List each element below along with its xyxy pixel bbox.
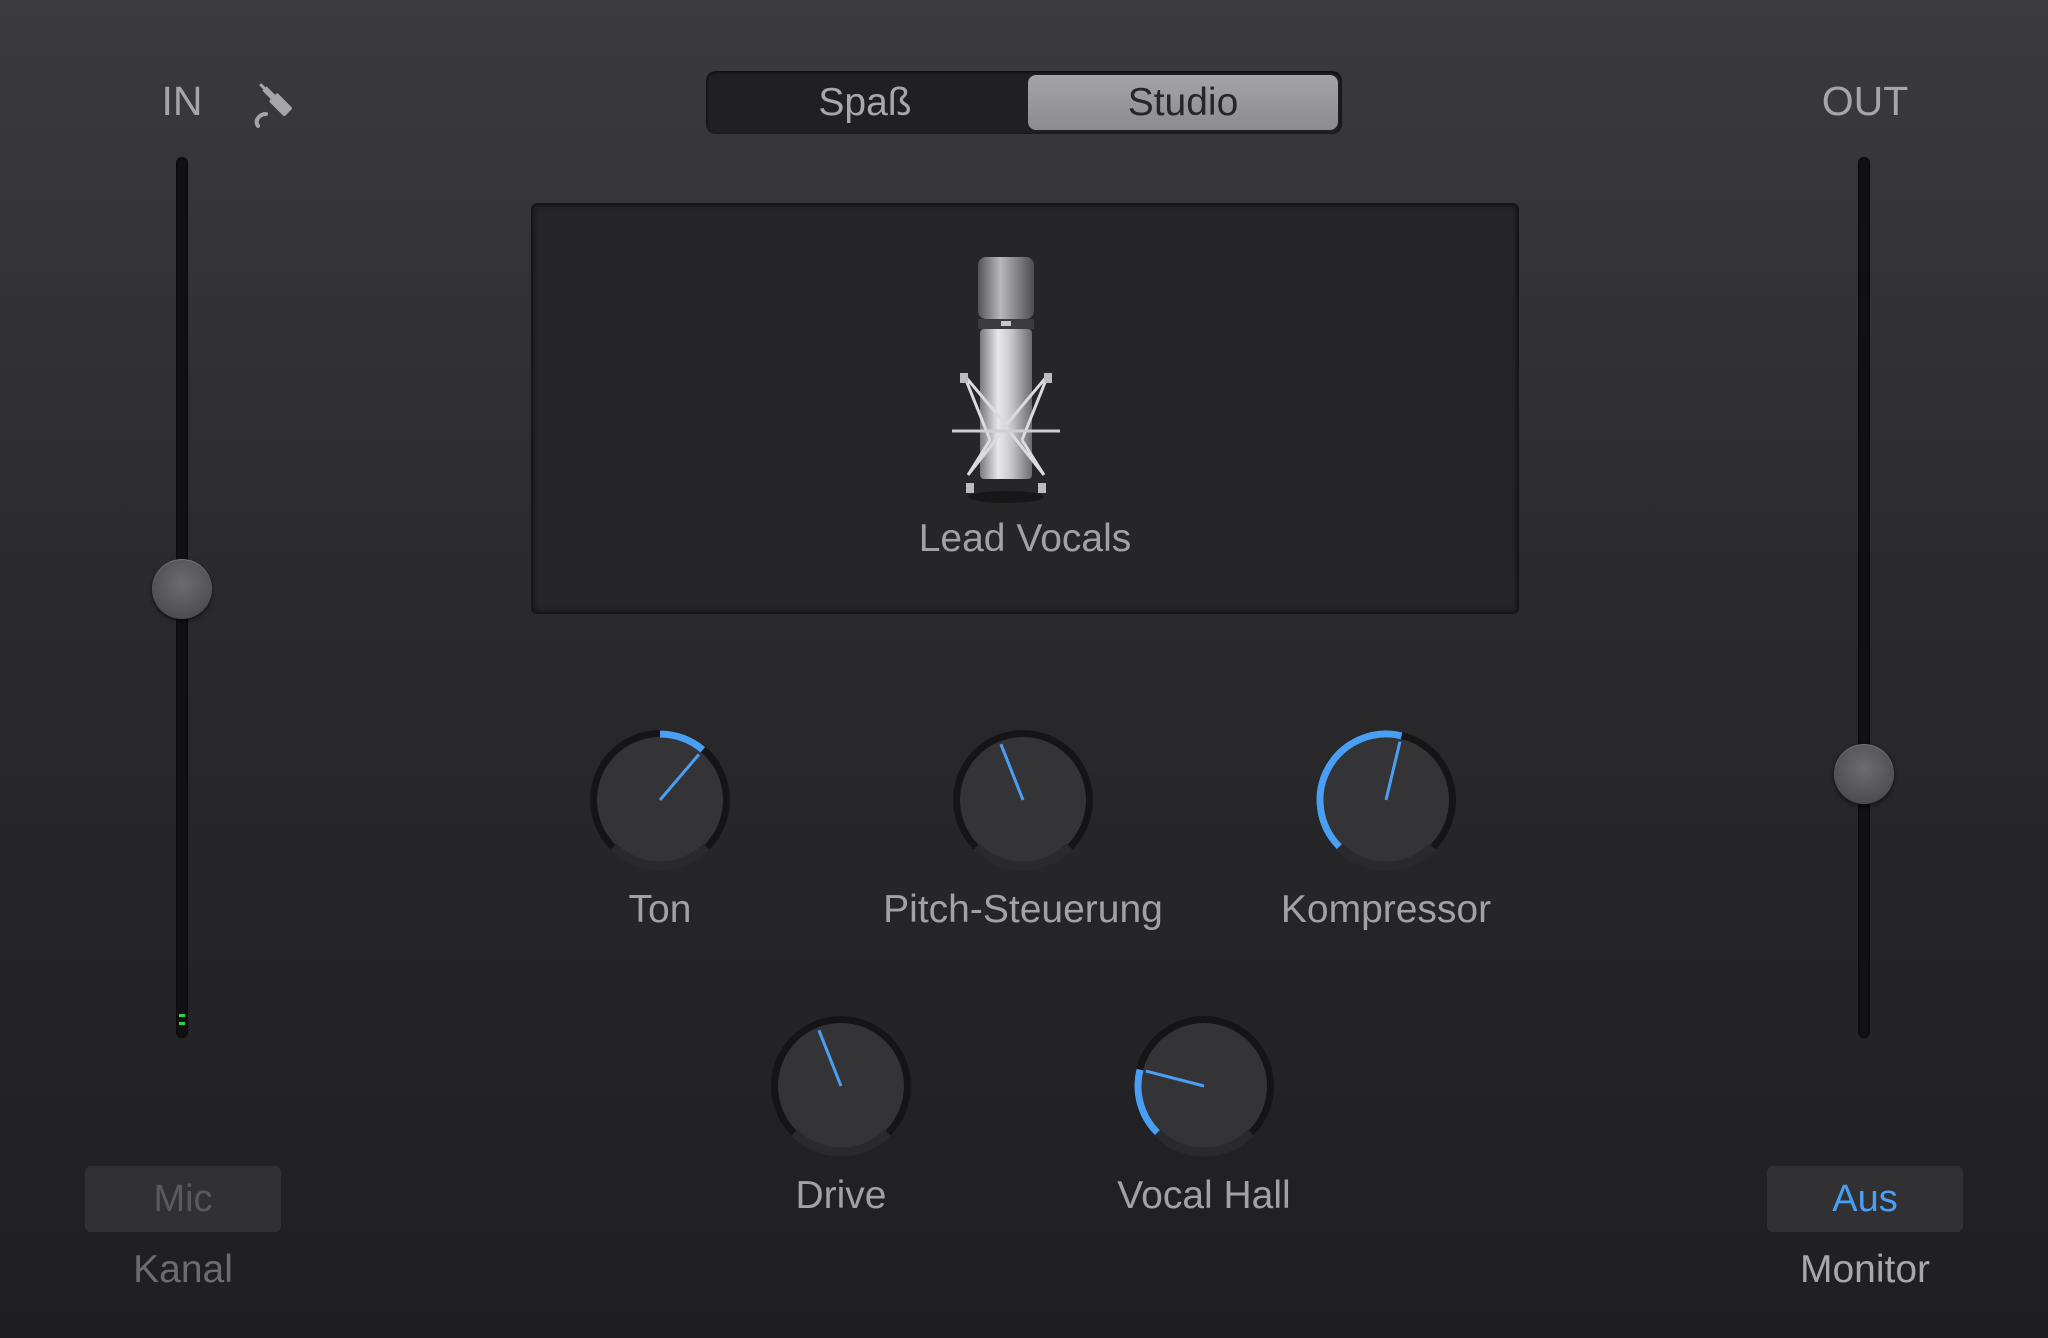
preset-panel[interactable]: Lead Vocals <box>531 203 1519 614</box>
output-slider-thumb[interactable] <box>1834 743 1894 804</box>
input-label: IN <box>161 78 203 124</box>
knob-kompressor[interactable] <box>1306 720 1466 880</box>
knob-drive-label: Drive <box>795 1174 887 1217</box>
knob-kompressor-label: Kompressor <box>1280 888 1492 931</box>
knob-vocal-hall-label: Vocal Hall <box>1117 1174 1291 1217</box>
output-slider-track[interactable] <box>1858 157 1870 1038</box>
knob-pitch-steuerung[interactable] <box>943 720 1103 880</box>
output-label: OUT <box>1821 78 1909 124</box>
knob-drive[interactable] <box>761 1006 921 1166</box>
knob-ton[interactable] <box>580 720 740 880</box>
knob-ton-label: Ton <box>628 888 692 931</box>
mode-option-spass[interactable]: Spaß <box>710 75 1020 130</box>
mode-segmented-control: Spaß Studio <box>706 71 1342 134</box>
input-level-meter <box>179 1014 185 1017</box>
input-level-meter-2 <box>179 1022 185 1025</box>
studio-microphone-icon <box>946 255 1066 505</box>
monitor-button[interactable]: Aus <box>1767 1166 1963 1232</box>
knob-vocal-hall[interactable] <box>1124 1006 1284 1166</box>
mode-option-studio[interactable]: Studio <box>1028 75 1338 130</box>
channel-caption: Kanal <box>133 1248 233 1291</box>
channel-button[interactable]: Mic <box>85 1166 281 1232</box>
input-slider-thumb[interactable] <box>152 558 212 619</box>
preset-name: Lead Vocals <box>918 517 1132 560</box>
monitor-caption: Monitor <box>1799 1248 1931 1291</box>
knob-pitch-steuerung-label: Pitch-Steuerung <box>883 888 1163 931</box>
cable-plug-icon[interactable] <box>250 74 306 134</box>
